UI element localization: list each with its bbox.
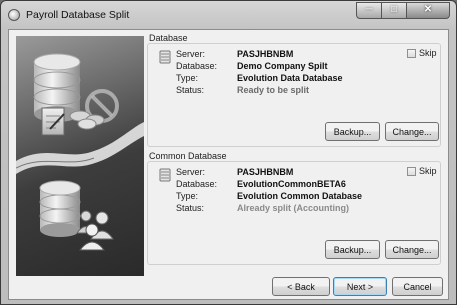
skip-label: Skip [419, 48, 437, 58]
payroll-database-split-window: Payroll Database Split ─ □ ✕ Database Se… [0, 0, 457, 305]
database-illustration [16, 53, 144, 251]
type-value: Evolution Data Database [237, 73, 343, 83]
users-icon [76, 210, 114, 251]
database-icon [159, 168, 171, 182]
backup-button[interactable]: Backup... [325, 240, 380, 259]
database-icon [159, 50, 171, 64]
cancel-button[interactable]: Cancel [392, 277, 443, 296]
close-icon: ✕ [423, 4, 433, 15]
database-value: EvolutionCommonBETA6 [237, 179, 346, 189]
skip-label: Skip [419, 166, 437, 176]
type-value: Evolution Common Database [237, 191, 363, 201]
backup-button[interactable]: Backup... [325, 122, 380, 141]
database-value: Demo Company Spilt [237, 61, 328, 71]
common-database-group-title: Common Database [149, 151, 227, 161]
next-button[interactable]: Next > [333, 277, 387, 296]
title-bar[interactable]: Payroll Database Split ─ □ ✕ [1, 1, 456, 29]
back-button[interactable]: < Back [272, 277, 330, 296]
database-label: Database: [176, 61, 218, 71]
server-label: Server: [176, 49, 206, 59]
minimize-icon: ─ [365, 4, 373, 15]
type-label: Type: [176, 73, 199, 83]
maximize-button[interactable]: □ [382, 2, 407, 19]
maximize-icon: □ [390, 4, 398, 15]
window-title: Payroll Database Split [26, 9, 130, 21]
wizard-side-image [16, 36, 144, 276]
status-value: Ready to be split [237, 85, 310, 95]
type-label: Type: [176, 191, 199, 201]
change-button[interactable]: Change... [385, 122, 439, 141]
server-value: PASJHBNBM [237, 167, 294, 177]
skip-checkbox[interactable]: Skip [407, 166, 437, 176]
status-label: Status: [176, 203, 205, 213]
skip-checkbox[interactable]: Skip [407, 48, 437, 58]
database-group-title: Database [149, 33, 188, 43]
server-value: PASJHBNBM [237, 49, 294, 59]
status-value: Already split (Accounting) [237, 203, 350, 213]
checkbox-box[interactable] [407, 166, 416, 176]
window-controls: ─ □ ✕ [356, 2, 450, 20]
database-label: Database: [176, 179, 218, 189]
server-label: Server: [176, 167, 206, 177]
status-label: Status: [176, 85, 205, 95]
change-button[interactable]: Change... [385, 240, 439, 259]
app-icon [8, 9, 20, 21]
checkbox-box[interactable] [407, 48, 416, 58]
common-database-group: Server: PASJHBNBM Database: EvolutionCom… [147, 161, 441, 265]
database-group: Server: PASJHBNBM Database: Demo Company… [147, 43, 441, 147]
top-database-icon [33, 53, 119, 136]
close-button[interactable]: ✕ [407, 2, 450, 19]
dialog-content: Database Server: PASJHBNBM Database: Dem… [8, 29, 449, 300]
bottom-database-icon [39, 180, 81, 237]
minimize-button[interactable]: ─ [356, 2, 382, 19]
